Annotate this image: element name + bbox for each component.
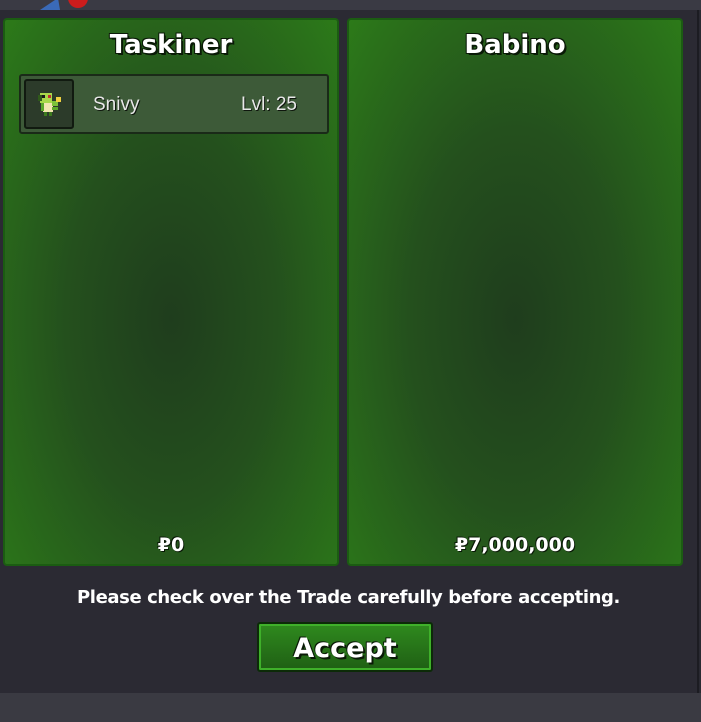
top-strip [0, 0, 701, 10]
left-trainer-name: Taskiner [109, 30, 233, 60]
snivy-sprite-icon [38, 93, 61, 116]
pokemon-icon-slot [24, 79, 74, 129]
offered-pokemon-row[interactable]: Snivy Lvl: 25 [19, 74, 329, 134]
trade-dialog: Taskiner Snivy Lvl: 25 ₽0 Babino ₽7,000,… [0, 10, 699, 693]
accept-button[interactable]: Accept [257, 622, 433, 672]
trade-panel-left: Taskiner Snivy Lvl: 25 ₽0 [3, 18, 339, 566]
right-money-amount: ₽7,000,000 [454, 534, 576, 556]
left-money-amount: ₽0 [157, 534, 185, 556]
right-trainer-name: Babino [464, 30, 566, 60]
trade-warning-message: Please check over the Trade carefully be… [77, 587, 620, 608]
accept-button-label: Accept [293, 633, 397, 664]
trade-panel-right: Babino ₽7,000,000 [347, 18, 683, 566]
bottom-strip [0, 693, 701, 722]
pokemon-level: Lvl: 25 [241, 94, 297, 115]
corner-decoration-icon [40, 0, 88, 10]
trade-window: Taskiner Snivy Lvl: 25 ₽0 Babino ₽7,000,… [0, 0, 701, 722]
pokemon-name: Snivy [93, 94, 140, 115]
